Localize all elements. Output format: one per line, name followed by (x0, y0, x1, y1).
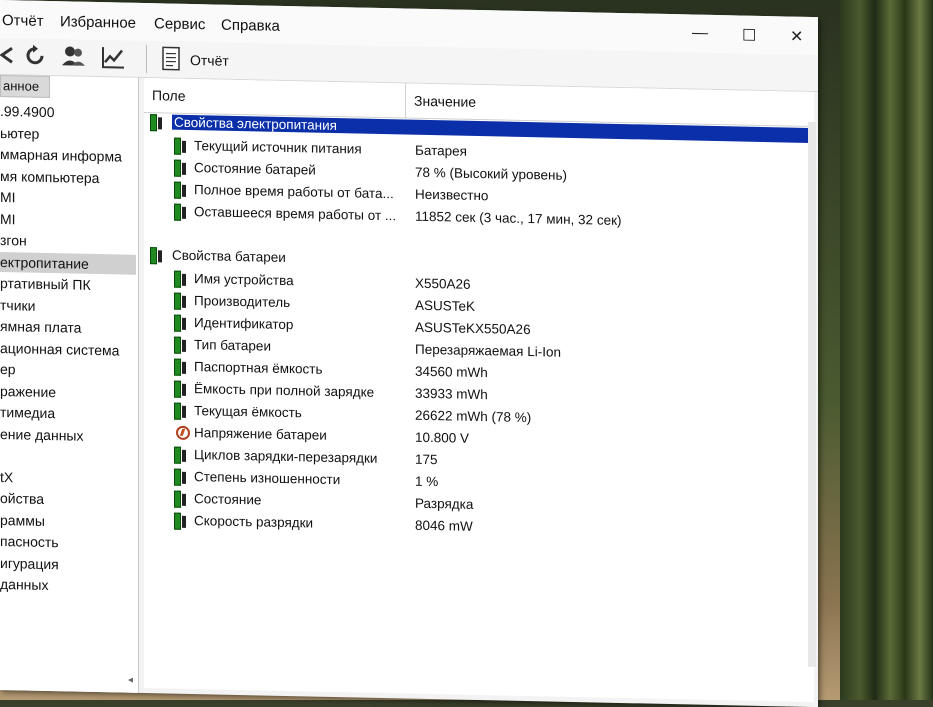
vertical-scrollbar[interactable] (808, 121, 816, 668)
tree-item[interactable]: ямная плата (0, 316, 136, 339)
navigation-tree: анное .99.4900 ьютер ммарная информа мя ком… (0, 75, 139, 693)
report-icon[interactable] (158, 45, 184, 72)
battery-icon (174, 490, 186, 508)
property-value: 33933 mWh (415, 385, 488, 403)
property-field: Идентификатор (194, 315, 294, 333)
battery-icon (174, 402, 186, 420)
menu-service[interactable]: Сервис (154, 15, 205, 33)
menu-help[interactable]: Справка (221, 17, 280, 35)
tree-item[interactable]: .99.4900 (0, 101, 136, 124)
battery-icon (174, 181, 186, 199)
tree-item[interactable]: tX (0, 467, 136, 490)
menu-favorites[interactable]: Избранное (60, 13, 136, 32)
tree-item[interactable]: данных (0, 574, 136, 597)
tree-item[interactable] (0, 445, 136, 468)
tree-item[interactable]: ер (0, 359, 136, 382)
tree-item[interactable]: тимедиа (0, 402, 136, 425)
property-field: Ёмкость при полной зарядке (194, 381, 375, 400)
property-value: 10.800 V (415, 429, 470, 446)
battery-icon (150, 247, 162, 265)
refresh-icon[interactable] (22, 42, 48, 69)
property-field: Напряжение батареи (194, 425, 327, 443)
report-button-label[interactable]: Отчёт (190, 52, 229, 69)
tree-item[interactable]: ммарная информа (0, 144, 136, 167)
toolbar-separator (146, 45, 147, 74)
battery-icon (174, 512, 186, 530)
back-icon[interactable] (0, 42, 20, 69)
tree-item[interactable]: ойства (0, 488, 136, 511)
property-field: Оставшееся время работы от ... (194, 204, 397, 224)
property-value: 175 (415, 451, 438, 468)
close-button[interactable]: ✕ (790, 27, 803, 47)
property-value: ASUSTeK (415, 297, 476, 314)
group-title: Свойства батареи (172, 247, 286, 265)
property-field: Имя устройства (194, 271, 294, 289)
tree-item[interactable]: ектропитание (0, 251, 136, 275)
property-value: Разрядка (415, 495, 474, 512)
property-field: Состояние батарей (194, 160, 316, 178)
app-window: Отчёт Избранное Сервис Справка — ☐ ✕ Отч… (0, 0, 818, 707)
tree-item[interactable]: раммы (0, 510, 136, 533)
tree-item[interactable]: ражение (0, 381, 136, 404)
voltage-icon (176, 425, 190, 440)
battery-icon (150, 114, 162, 132)
scroll-left-icon[interactable]: ◂ (128, 675, 133, 686)
property-field: Текущий источник питания (194, 138, 362, 157)
battery-icon (174, 336, 186, 354)
property-value: Неизвестно (415, 186, 489, 204)
tree-item[interactable]: ртативный ПК (0, 273, 136, 296)
property-field: Скорость разрядки (194, 513, 314, 531)
minimize-button[interactable]: — (692, 24, 708, 42)
battery-icon (174, 446, 186, 464)
battery-icon (174, 314, 186, 332)
property-value: ASUSTeKX550A26 (415, 319, 531, 338)
property-field: Текущая ёмкость (194, 403, 302, 421)
tree-item[interactable]: згон (0, 230, 136, 253)
property-value: 78 % (Высокий уровень) (415, 164, 568, 183)
properties-list: Поле Значение Свойства электропитания Тек… (144, 78, 814, 703)
property-value: X550A26 (415, 275, 471, 292)
property-value: 11852 сек (3 час., 17 мин, 32 сек) (415, 208, 622, 229)
tree-item[interactable]: мя компьютера (0, 166, 136, 189)
battery-icon (174, 203, 186, 221)
battery-icon (174, 292, 186, 310)
battery-icon (174, 159, 186, 177)
menu-report[interactable]: Отчёт (2, 12, 44, 30)
property-value: 8046 mW (415, 517, 473, 534)
property-field: Полное время работы от бата... (194, 182, 394, 202)
tree-item[interactable]: ационная система (0, 338, 136, 361)
tree-item[interactable]: ение данных (0, 424, 136, 447)
user-icon[interactable] (60, 43, 86, 70)
battery-icon (174, 137, 186, 155)
tree-item[interactable]: игурация (0, 553, 136, 576)
chart-icon[interactable] (100, 44, 126, 71)
property-value: 1 % (415, 473, 439, 490)
battery-icon (174, 270, 186, 288)
property-field: Паспортная ёмкость (194, 359, 323, 377)
battery-icon (174, 468, 186, 486)
tree-tab-favorites[interactable]: анное (0, 75, 50, 99)
tree-item[interactable]: ьютер (0, 123, 136, 146)
property-field: Степень изношенности (194, 469, 341, 488)
tree-item[interactable]: MI (0, 209, 136, 232)
property-field: Производитель (194, 293, 291, 311)
property-value: 34560 mWh (415, 363, 488, 381)
property-field: Тип батареи (194, 337, 271, 354)
tree-item[interactable]: пасность (0, 531, 136, 554)
property-field: Циклов зарядки-перезарядки (194, 447, 378, 466)
maximize-button[interactable]: ☐ (742, 26, 756, 46)
property-value: 26622 mWh (78 %) (415, 407, 532, 426)
battery-icon (174, 380, 186, 398)
property-value: Перезаряжаемая Li-Ion (415, 341, 561, 360)
tree-item[interactable]: MI (0, 187, 136, 210)
tree-item[interactable]: тчики (0, 295, 136, 318)
property-value: Батарея (415, 142, 467, 159)
property-field: Состояние (194, 491, 262, 508)
battery-icon (174, 358, 186, 376)
